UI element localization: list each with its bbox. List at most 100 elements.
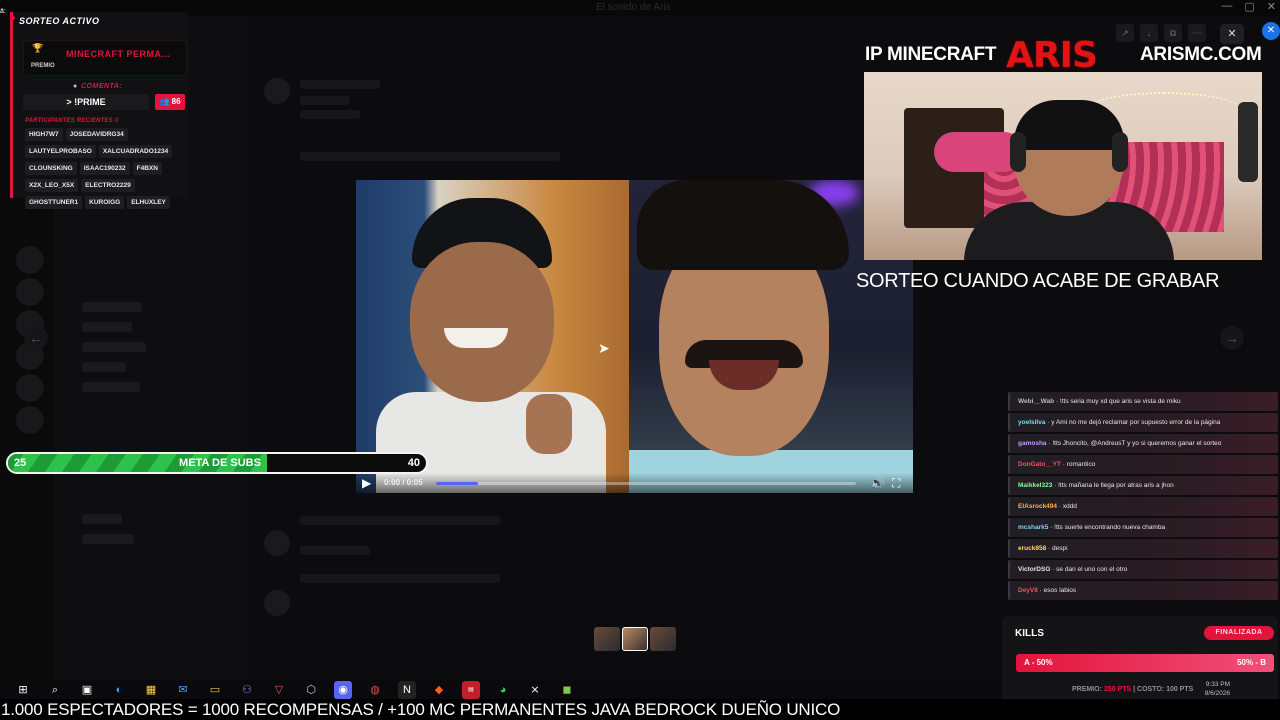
server-icon[interactable]: [16, 374, 44, 402]
tool-icon[interactable]: ▤: [462, 681, 480, 699]
channel-item[interactable]: [82, 322, 132, 332]
channel-item[interactable]: [82, 362, 126, 372]
chat-message: gamosha · !tts Jhoncito, @AndreusT y yo …: [1008, 434, 1278, 453]
participant-chip: XALCUADRADO1234: [98, 145, 173, 158]
mouse-cursor-icon: ➤: [598, 340, 610, 356]
server-icon[interactable]: [16, 246, 44, 274]
search-icon[interactable]: ⌕: [46, 681, 64, 699]
webcam-feed: [864, 72, 1262, 260]
chat-username: Webi__Wab: [1018, 398, 1055, 405]
ip-header: IP MINECRAFT ARIS ARISMC.COM: [864, 38, 1280, 74]
participant-count: 👥 86: [155, 94, 185, 110]
app-title: El sonido de Aris: [596, 2, 671, 13]
participant-chip: CLOUNSKING: [25, 162, 77, 175]
prize-label: PREMIO: [31, 63, 55, 69]
minimize-icon[interactable]: —: [1221, 0, 1232, 13]
prediction-title: KILLS: [1015, 628, 1044, 639]
notion-icon[interactable]: N: [398, 681, 416, 699]
server-icon[interactable]: [16, 278, 44, 306]
video-frame-left: [356, 180, 629, 493]
maximize-icon[interactable]: ▢: [1244, 0, 1254, 13]
ip-label: IP MINECRAFT: [865, 44, 997, 65]
valorant-icon[interactable]: ▽: [270, 681, 288, 699]
chat-message: yoelsilva · y Ami no me dejó reclamar po…: [1008, 413, 1278, 432]
windows-start-icon[interactable]: ⊞: [14, 681, 32, 699]
premio-value: 250 PTS: [1103, 686, 1132, 693]
player-controls: ▶ 0:00 / 0:05 🔊 ⛶: [356, 473, 913, 493]
tray-date: 8/6/2026: [1204, 690, 1230, 697]
premio-label: PREMIO:: [1072, 686, 1102, 693]
message-line: [300, 80, 380, 89]
channel-item[interactable]: [82, 342, 146, 352]
tray-time: 9:33 PM: [1205, 681, 1230, 688]
channel-item[interactable]: [82, 382, 140, 392]
minecraft-icon[interactable]: ◼: [558, 681, 576, 699]
fullscreen-icon[interactable]: ⛶: [892, 476, 900, 491]
prediction-bar: A - 50% 50% - B: [1016, 654, 1274, 672]
window-controls: — ▢ ✕: [1221, 0, 1276, 13]
system-tray: 9:33 PM 8/6/2026: [1180, 680, 1280, 700]
ip-value: ARISMC.COM: [1140, 44, 1262, 65]
sorteo-note: SORTEO CUANDO ACABE DE GRABAR: [856, 270, 1220, 292]
brave-icon[interactable]: ◆: [430, 681, 448, 699]
chat-message: Webi__Wab · !tts seria muy xd que aris s…: [1008, 392, 1278, 411]
prediction-status-badge: FINALIZADA: [1204, 626, 1274, 640]
store-icon[interactable]: ▦: [142, 681, 160, 699]
server-icon[interactable]: [16, 406, 44, 434]
avatar: [264, 590, 290, 616]
chat-text: !tts seria muy xd que aris se vista de m…: [1059, 398, 1181, 405]
participant-chip: LAUTYELPROBASO: [25, 145, 96, 158]
subs-goal-bar: 25 META DE SUBS 40: [6, 452, 428, 474]
thumbnail[interactable]: [650, 627, 676, 651]
channel-item[interactable]: [82, 302, 142, 312]
chat-username: gamosha: [1018, 440, 1047, 447]
edge-browser-icon[interactable]: ◐: [110, 681, 128, 699]
video-progress[interactable]: [436, 482, 856, 485]
subs-goal-label-wrap: META DE SUBS: [8, 457, 426, 469]
next-arrow-icon[interactable]: →: [1220, 326, 1244, 350]
teams-icon[interactable]: ⚇: [238, 681, 256, 699]
capcut-icon[interactable]: ⨯: [526, 681, 544, 699]
video-player[interactable]: [356, 180, 913, 493]
participant-chip: ELHUXLEY: [127, 196, 170, 209]
discord-icon[interactable]: ◉: [334, 681, 352, 699]
obs-icon[interactable]: ◍: [366, 681, 384, 699]
participant-chip: ELECTRO2229: [81, 179, 135, 192]
app-titlebar: El sonido de Aris: [0, 0, 1280, 16]
message-line: [300, 546, 370, 555]
channel-item[interactable]: [82, 534, 134, 544]
participant-count-value: 86: [171, 97, 181, 106]
prize-box: 🏆 PREMIO MINECRAFT PERMA...: [23, 40, 187, 76]
thumbnail[interactable]: [594, 627, 620, 651]
mail-icon[interactable]: ✉: [174, 681, 192, 699]
channel-item[interactable]: [82, 514, 122, 524]
chat-username: yoelsilva: [1018, 419, 1046, 426]
chat-message: Maikkel323 · !tts mañana le llega por at…: [1008, 476, 1278, 495]
logo: ARIS: [1006, 35, 1098, 76]
prev-arrow-icon[interactable]: ←: [24, 326, 48, 350]
file-explorer-icon[interactable]: ▭: [206, 681, 224, 699]
chat-username: mcshark5: [1018, 524, 1049, 531]
giveaway-title: SORTEO ACTIVO: [19, 16, 100, 26]
thumbnail-active[interactable]: [622, 627, 648, 651]
whatsapp-icon[interactable]: ◕: [494, 681, 512, 699]
subs-goal-label: META DE SUBS: [179, 457, 261, 469]
chat-message: DonGato__YT · romantico: [1008, 455, 1278, 474]
play-icon[interactable]: ▶: [362, 476, 376, 490]
chat-username: ElAsrock494: [1018, 503, 1058, 510]
close-window-icon[interactable]: ✕: [1267, 0, 1276, 13]
chat-text: !tts mañana le llega por atras aris a jh…: [1058, 482, 1174, 489]
bottom-ticker: 1.000 ESPECTADORES = 1000 RECOMPENSAS / …: [0, 699, 1280, 720]
participant-chip: KUROIGG: [85, 196, 125, 209]
volume-icon[interactable]: 🔊: [870, 476, 885, 490]
prize-name: MINECRAFT PERMA...: [66, 49, 171, 59]
settings-icon[interactable]: ⬡: [302, 681, 320, 699]
chat-username: Maikkel323: [1018, 482, 1053, 489]
chat-text: se dan el uno con el otro: [1056, 566, 1128, 573]
task-view-icon[interactable]: ▣: [78, 681, 96, 699]
chat-text: !tts Jhoncito, @AndreusT y yo si queremo…: [1052, 440, 1222, 447]
chat-message: DeyV8 · esos labios: [1008, 581, 1278, 600]
prediction-footer: PREMIO: 250 PTS | COSTO: 100 PTS: [1072, 686, 1193, 693]
avatar: [264, 530, 290, 556]
message-line: [300, 152, 560, 161]
